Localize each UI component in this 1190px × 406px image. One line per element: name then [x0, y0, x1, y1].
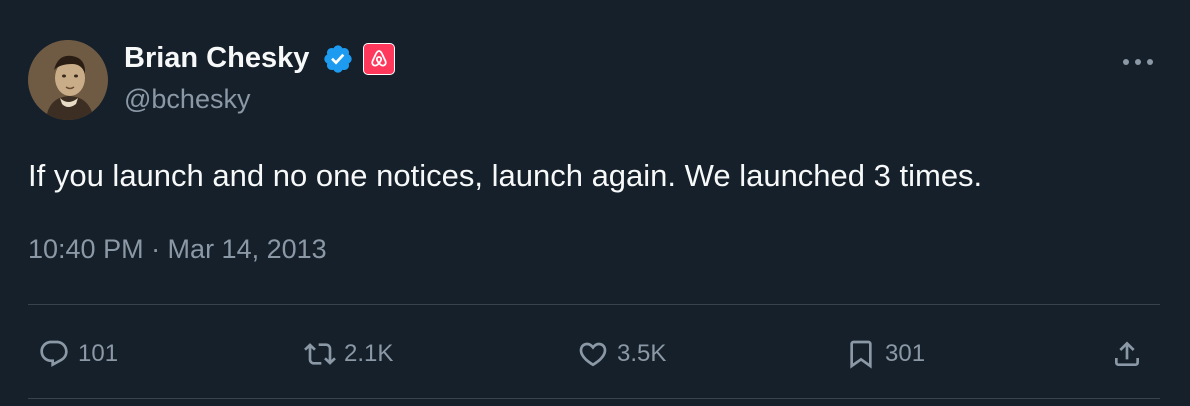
- tweet-card: Brian Chesky @bchesky If you launch and …: [0, 0, 1190, 406]
- reply-icon: [40, 340, 68, 367]
- divider: [28, 304, 1160, 305]
- reply-count: 101: [78, 340, 119, 367]
- divider: [28, 398, 1160, 399]
- bookmark-count: 301: [885, 340, 926, 367]
- avatar-photo: [28, 40, 108, 120]
- reply-button[interactable]: 101: [38, 334, 118, 374]
- verified-badge-icon[interactable]: [322, 43, 354, 75]
- airbnb-belo-icon: [371, 50, 387, 67]
- retweet-count: 2.1K: [344, 340, 394, 367]
- share-button[interactable]: [1111, 334, 1143, 374]
- like-count: 3.5K: [617, 340, 667, 367]
- author-name[interactable]: Brian Chesky: [124, 42, 309, 75]
- share-icon: [1115, 341, 1139, 366]
- retweet-icon: [304, 343, 336, 365]
- bookmark-button[interactable]: 301: [845, 334, 925, 374]
- airbnb-logo-icon[interactable]: [364, 44, 394, 74]
- bookmark-icon: [850, 340, 872, 369]
- like-button[interactable]: 3.5K: [577, 334, 666, 374]
- heart-icon: [579, 342, 607, 367]
- tweet-timestamp[interactable]: 10:40 PM · Mar 14, 2013: [28, 234, 327, 265]
- author-handle[interactable]: @bchesky: [124, 84, 250, 115]
- tweet-text: If you launch and no one notices, launch…: [28, 158, 983, 193]
- retweet-button[interactable]: 2.1K: [304, 334, 393, 374]
- avatar[interactable]: [28, 40, 108, 120]
- more-dots-icon[interactable]: [1120, 54, 1156, 70]
